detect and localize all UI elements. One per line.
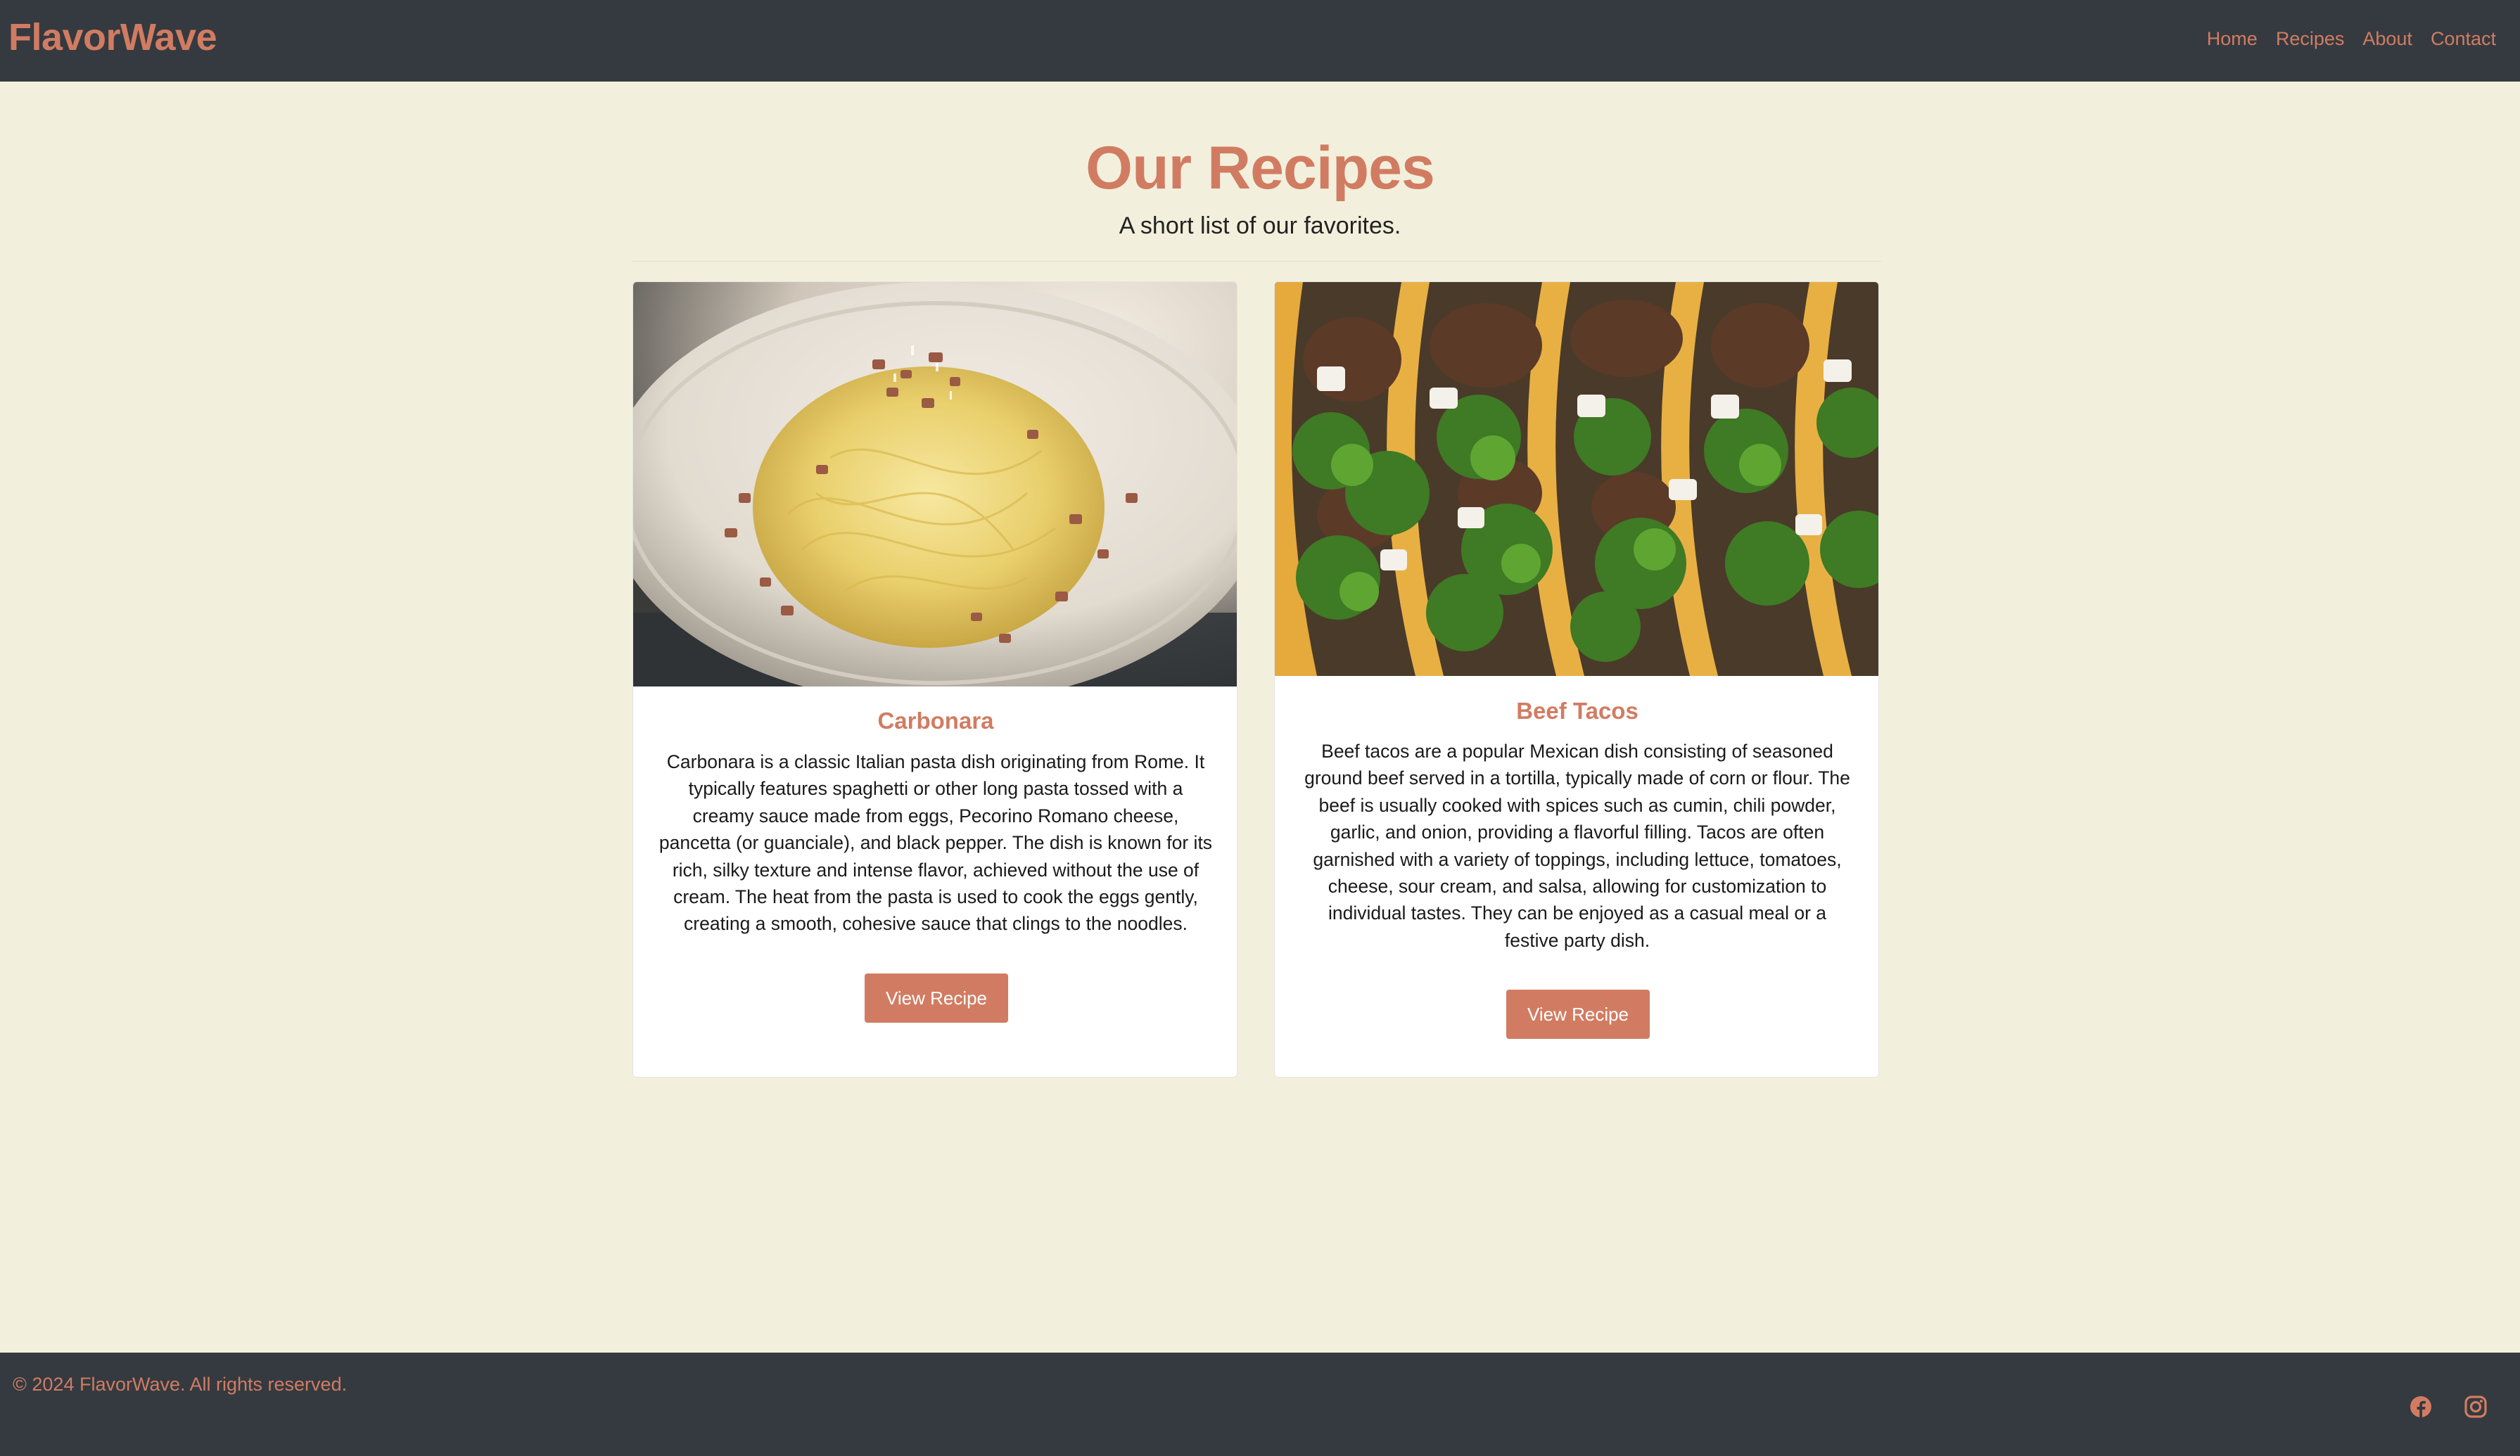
instagram-icon[interactable] [2464, 1395, 2488, 1419]
page-title: Our Recipes [1086, 134, 1435, 202]
recipe-description: Beef tacos are a popular Mexican dish co… [1304, 741, 1850, 951]
recipe-title: Carbonara [877, 708, 994, 734]
nav-menu: Home Recipes About Contact [2207, 28, 2496, 50]
copyright-text: © 2024 FlavorWave. All rights reserved. [13, 1374, 348, 1395]
nav-about-link[interactable]: About [2362, 28, 2412, 50]
tacos-image [1275, 282, 1878, 676]
section-divider [632, 261, 1881, 262]
navbar: FlavorWave Home Recipes About Contact [0, 0, 2520, 82]
recipe-card-carbonara: Carbonara Carbonara is a classic Italian… [632, 281, 1237, 1078]
recipe-title: Beef Tacos [1516, 698, 1638, 724]
page-subtitle: A short list of our favorites. [1119, 212, 1401, 239]
recipe-card-beef-tacos: Beef Tacos Beef tacos are a popular Mexi… [1274, 281, 1879, 1078]
view-recipe-button[interactable]: View Recipe [865, 973, 1008, 1023]
pasta-photo-icon [633, 282, 1237, 687]
carbonara-image [633, 282, 1237, 687]
facebook-icon[interactable] [2409, 1395, 2433, 1419]
footer: © 2024 FlavorWave. All rights reserved. [0, 1353, 2520, 1456]
recipe-description: Carbonara is a classic Italian pasta dis… [658, 751, 1213, 935]
brand-logo[interactable]: FlavorWave [8, 15, 217, 59]
nav-contact-link[interactable]: Contact [2431, 28, 2496, 50]
tacos-photo-icon [1275, 282, 1878, 676]
view-recipe-button[interactable]: View Recipe [1506, 990, 1650, 1039]
nav-home-link[interactable]: Home [2207, 28, 2258, 50]
nav-recipes-link[interactable]: Recipes [2276, 28, 2345, 50]
